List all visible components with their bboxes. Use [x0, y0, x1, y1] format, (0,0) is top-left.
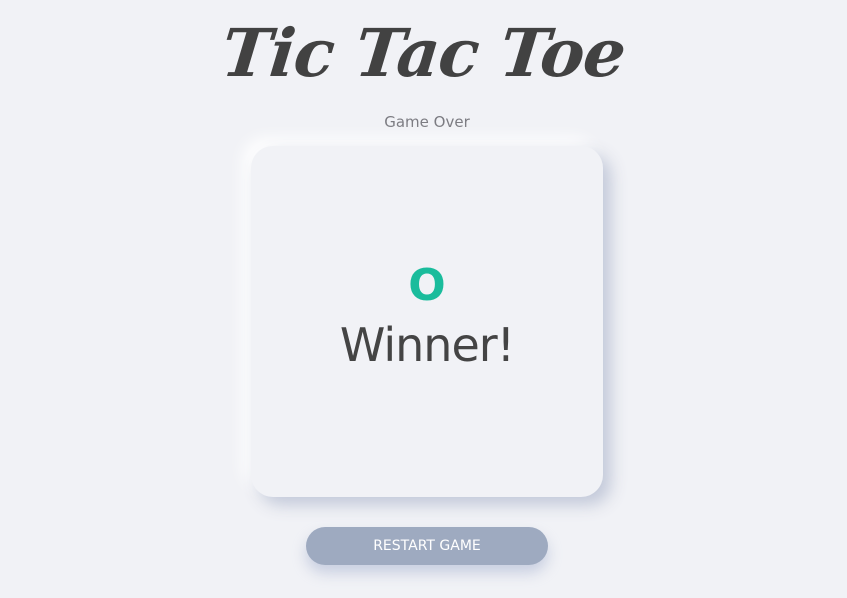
winner-message: Winner! [339, 318, 515, 372]
game-status: Game Over [384, 113, 470, 131]
winner-mark: O [408, 260, 446, 311]
game-board: O Winner! [251, 146, 603, 497]
page-title: Tic Tac Toe [218, 14, 629, 92]
restart-game-button[interactable]: RESTART GAME [306, 527, 548, 565]
